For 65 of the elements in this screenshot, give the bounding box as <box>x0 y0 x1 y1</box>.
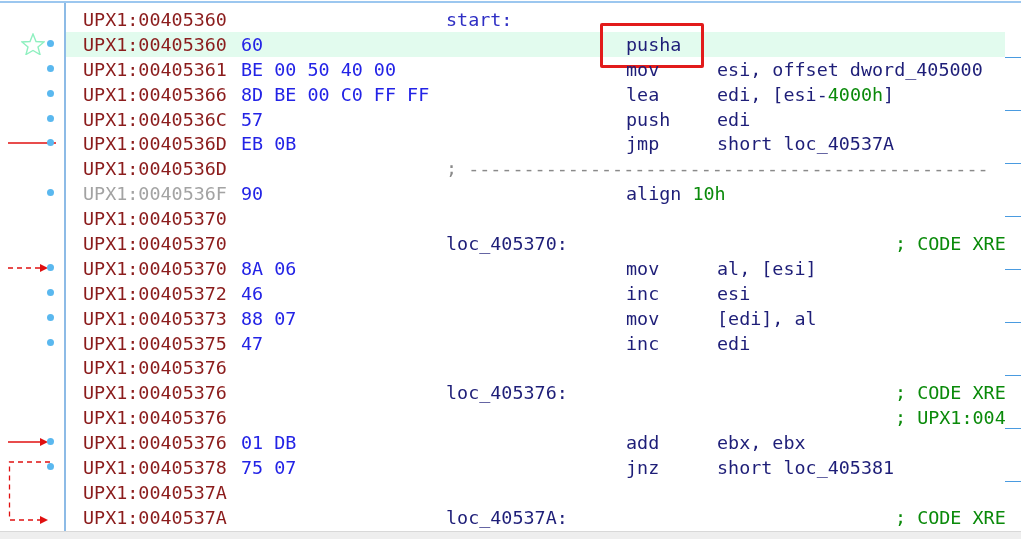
label-text: loc_405370: <box>446 232 568 254</box>
horizontal-scrollbar[interactable] <box>0 531 1021 539</box>
address-text: UPX1:00405376 <box>83 382 228 404</box>
address-text: UPX1:00405372 <box>83 282 228 304</box>
bytes-text: 8A 06 <box>241 257 297 279</box>
mnemonic-text: jnz <box>626 456 660 478</box>
address-text: UPX1:00405370 <box>83 208 228 230</box>
mnemonic-text: mov <box>626 307 660 329</box>
comment-text: ; CODE XRE <box>895 232 1006 254</box>
mnemonic-text: inc <box>626 282 660 304</box>
address-text: UPX1:0040536F <box>83 183 228 205</box>
mnemonic-text: align <box>626 183 682 205</box>
operand-text: edi <box>717 108 751 130</box>
address-text: UPX1:00405360 <box>83 8 228 30</box>
operand-text: esi, offset dword_405000 <box>717 58 983 80</box>
mnemonic-text: push <box>626 108 671 130</box>
operand-text: edi <box>717 332 751 354</box>
address-text: UPX1:0040537A <box>83 506 228 528</box>
operand-text: short loc_40537A <box>717 133 895 155</box>
mnemonic-text: jmp <box>626 133 660 155</box>
operand-text: short loc_405381 <box>717 456 895 478</box>
operand-text: esi <box>717 282 751 304</box>
bytes-text: 60 <box>241 33 264 55</box>
bytes-text: 57 <box>241 108 264 130</box>
mnemonic-text: inc <box>626 332 660 354</box>
mnemonic-text: pusha <box>626 33 682 55</box>
operand-text: al, [esi] <box>717 257 817 279</box>
bytes-text: 01 DB <box>241 432 297 454</box>
address-text: UPX1:00405370 <box>83 257 228 279</box>
bytes-text: 46 <box>241 282 264 304</box>
address-text: UPX1:00405360 <box>83 33 228 55</box>
label-text: start: <box>446 8 513 30</box>
address-text: UPX1:00405370 <box>83 232 228 254</box>
comment-text: ; CODE XRE <box>895 382 1006 404</box>
bytes-text: BE 00 50 40 00 <box>241 58 396 80</box>
bytes-text: 75 07 <box>241 456 297 478</box>
bytes-text: 47 <box>241 332 264 354</box>
address-text: UPX1:00405373 <box>83 307 228 329</box>
mnemonic-text: lea <box>626 83 660 105</box>
operand-text: edi, [esi-4000h] <box>717 83 895 105</box>
operand-text: [edi], al <box>717 307 817 329</box>
label-text: loc_405376: <box>446 382 568 404</box>
address-text: UPX1:00405361 <box>83 58 228 80</box>
bytes-text: 88 07 <box>241 307 297 329</box>
bytes-text: 90 <box>241 183 264 205</box>
bytes-text: EB 0B <box>241 133 297 155</box>
address-text: UPX1:0040536C <box>83 108 228 130</box>
address-text: UPX1:00405376 <box>83 357 228 379</box>
mnemonic-text: add <box>626 432 660 454</box>
address-text: UPX1:00405366 <box>83 83 228 105</box>
mnemonic-text: mov <box>626 257 660 279</box>
comment-text: ; UPX1:004 <box>895 407 1006 429</box>
address-text: UPX1:00405376 <box>83 432 228 454</box>
address-text: UPX1:0040536D <box>83 158 228 180</box>
operand-text: 10h <box>692 183 726 205</box>
operand-text: ebx, ebx <box>717 432 806 454</box>
address-text: UPX1:00405375 <box>83 332 228 354</box>
separator-comment: ; ----------------------------------------------- <box>446 158 989 180</box>
address-text: UPX1:00405376 <box>83 407 228 429</box>
label-text: loc_40537A: <box>446 506 568 528</box>
bytes-text: 8D BE 00 C0 FF FF <box>241 83 430 105</box>
address-text: UPX1:0040537A <box>83 481 228 503</box>
address-text: UPX1:00405378 <box>83 456 228 478</box>
address-text: UPX1:0040536D <box>83 133 228 155</box>
comment-text: ; CODE XRE <box>895 506 1006 528</box>
